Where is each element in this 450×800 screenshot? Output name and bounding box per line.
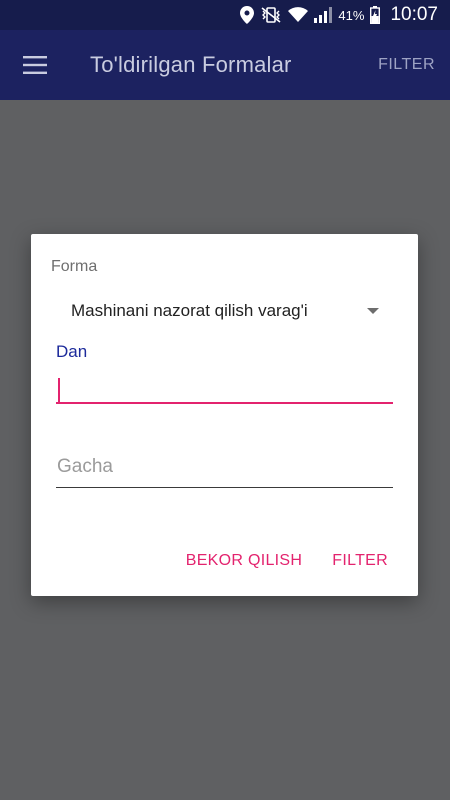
filter-dialog: Forma Mashinani nazorat qilish varag'i D… xyxy=(31,234,418,596)
status-bar: 41% 10:07 xyxy=(0,0,450,30)
gacha-input[interactable]: Gacha xyxy=(56,448,393,488)
gacha-placeholder: Gacha xyxy=(57,456,113,477)
clock: 10:07 xyxy=(390,4,438,25)
vibrate-icon xyxy=(260,7,282,23)
dropdown-arrow-icon xyxy=(367,308,379,314)
wifi-icon xyxy=(288,7,309,23)
app-bar-filter-button[interactable]: FILTER xyxy=(378,56,435,74)
dialog-actions: BEKOR QILISH FILTER xyxy=(186,552,388,570)
forma-dropdown[interactable]: Mashinani nazorat qilish varag'i xyxy=(71,296,387,326)
dan-label: Dan xyxy=(56,342,88,361)
hamburger-menu-icon[interactable] xyxy=(0,30,70,100)
signal-icon xyxy=(314,7,333,23)
dan-field: Dan xyxy=(56,342,393,404)
location-icon xyxy=(240,6,255,24)
cancel-button[interactable]: BEKOR QILISH xyxy=(186,552,303,570)
text-cursor xyxy=(58,378,60,404)
forma-selected-value: Mashinani nazorat qilish varag'i xyxy=(71,301,308,320)
battery-percent: 41% xyxy=(338,7,365,23)
app-bar: To'ldirilgan Formalar FILTER xyxy=(0,30,450,100)
page-title: To'ldirilgan Formalar xyxy=(90,52,292,77)
forma-label: Forma xyxy=(51,258,98,275)
battery-charging-icon xyxy=(370,6,381,24)
dan-input[interactable] xyxy=(56,370,393,404)
filter-button[interactable]: FILTER xyxy=(332,552,388,570)
